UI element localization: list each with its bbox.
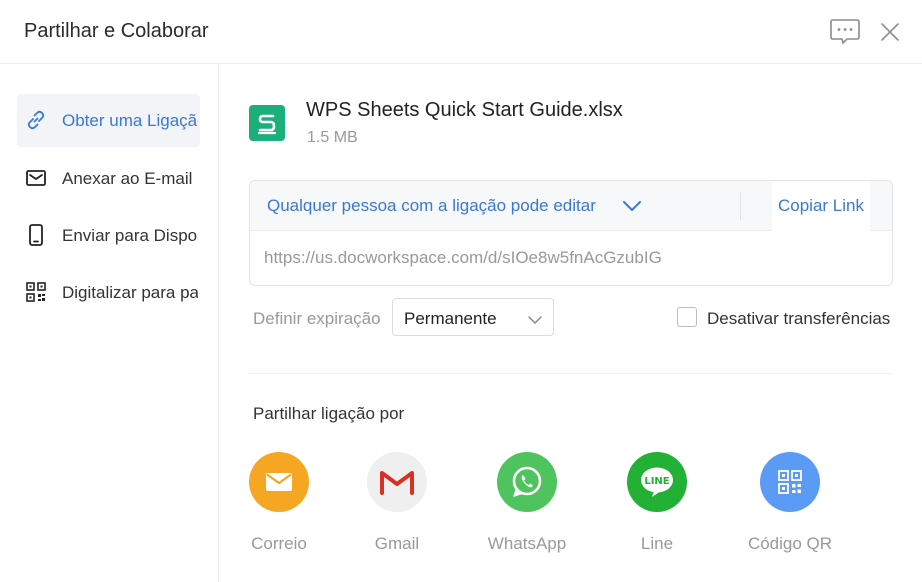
link-box: Qualquer pessoa com a ligação pode edita…	[249, 180, 893, 286]
gmail-icon[interactable]	[367, 452, 427, 512]
chevron-down-icon[interactable]	[622, 199, 642, 213]
permission-dropdown[interactable]: Qualquer pessoa com a ligação pode edita…	[267, 196, 596, 216]
divider	[249, 373, 893, 374]
expiration-label: Definir expiração	[253, 309, 381, 328]
file-size: 1.5 MB	[307, 129, 358, 146]
link-permission-bar: Qualquer pessoa com a ligação pode edita…	[250, 181, 892, 231]
share-option-label: Correio	[251, 534, 307, 553]
copy-link-button[interactable]: Copiar Link	[772, 181, 870, 231]
dialog-title: Partilhar e Colaborar	[24, 20, 209, 42]
share-option-label: Gmail	[374, 534, 420, 553]
sidebar-item-get-link[interactable]: Obter uma Ligação	[17, 94, 200, 147]
dialog-header: Partilhar e Colaborar	[0, 0, 922, 64]
whatsapp-icon[interactable]	[497, 452, 557, 512]
sidebar-item-label: Anexar ao E-mail	[62, 169, 193, 188]
sidebar-item-label: Enviar para Dispositivo	[62, 226, 198, 245]
share-option-line[interactable]: LINE Line	[597, 452, 717, 562]
share-option-whatsapp[interactable]: WhatsApp	[467, 452, 587, 562]
share-via-label: Partilhar ligação por	[253, 404, 405, 423]
share-option-label: Line	[640, 534, 674, 553]
share-option-label: WhatsApp	[487, 534, 567, 553]
share-option-gmail[interactable]: Gmail	[337, 452, 457, 562]
phone-icon	[25, 224, 47, 246]
mail-icon[interactable]	[249, 452, 309, 512]
sidebar-item-attach-email[interactable]: Anexar ao E-mail	[17, 152, 200, 205]
close-icon[interactable]	[876, 18, 906, 46]
mail-icon	[25, 167, 47, 189]
share-option-qr-code[interactable]: Código QR	[730, 452, 850, 562]
share-panel: WPS Sheets Quick Start Guide.xlsx 1.5 MB…	[219, 64, 922, 582]
expiration-select[interactable]: Permanente	[392, 298, 554, 336]
sidebar-item-label: Obter uma Ligação	[62, 111, 198, 130]
expiration-value: Permanente	[404, 309, 497, 328]
share-url[interactable]: https://us.docworkspace.com/d/sIOe8w5fnA…	[264, 248, 662, 268]
sidebar: Obter uma Ligação Anexar ao E-mail Envia…	[0, 64, 219, 582]
sidebar-item-send-device[interactable]: Enviar para Dispositivo	[17, 209, 200, 262]
divider	[740, 192, 741, 220]
qr-code-icon	[25, 281, 47, 303]
disable-downloads-label[interactable]: Desativar transferências	[707, 309, 890, 329]
file-name: WPS Sheets Quick Start Guide.xlsx	[306, 99, 623, 121]
link-icon	[25, 109, 47, 131]
spreadsheet-file-icon	[249, 105, 285, 141]
svg-text:LINE: LINE	[644, 476, 669, 487]
chevron-down-icon	[528, 312, 542, 324]
sidebar-item-scan-share[interactable]: Digitalizar para partilhar	[17, 266, 200, 319]
qr-code-icon[interactable]	[760, 452, 820, 512]
share-option-mail[interactable]: Correio	[219, 452, 339, 562]
line-icon[interactable]: LINE	[627, 452, 687, 512]
share-option-label: Código QR	[747, 534, 833, 553]
chat-bubble-icon[interactable]	[830, 18, 860, 46]
disable-downloads-checkbox[interactable]	[677, 307, 697, 327]
sidebar-item-label: Digitalizar para partilhar	[62, 283, 198, 302]
